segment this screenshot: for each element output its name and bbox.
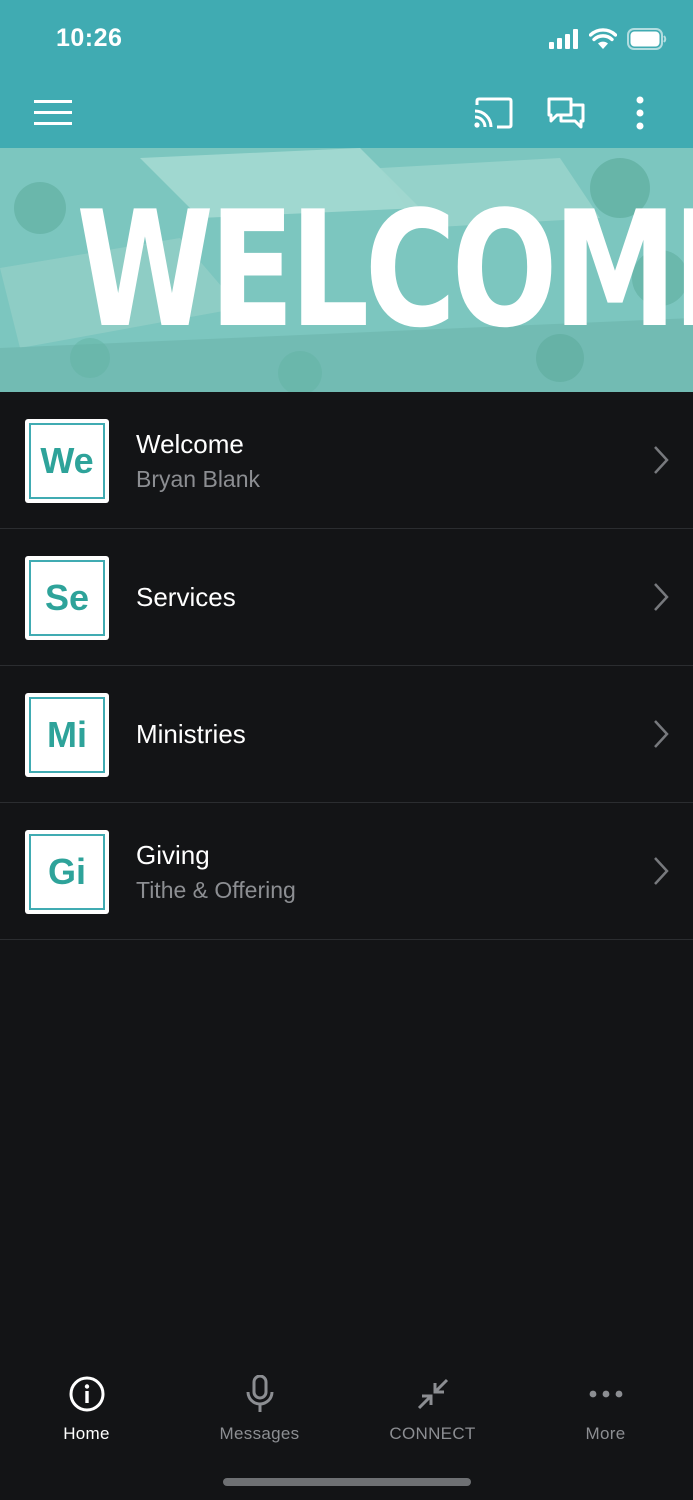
status-time: 10:26 (56, 24, 123, 52)
item-abbreviation: Mi (29, 697, 105, 773)
more-horiz-icon (589, 1390, 622, 1398)
tab-messages[interactable]: Messages (173, 1374, 346, 1454)
chat-icon (547, 97, 585, 129)
tab-label: Home (63, 1424, 110, 1443)
menu-list: We Welcome Bryan Blank Se Services Mi Mi… (0, 392, 693, 940)
item-title: Services (136, 582, 236, 612)
list-item-giving[interactable]: Gi Giving Tithe & Offering (0, 803, 693, 940)
welcome-banner: WELCOME (0, 148, 693, 392)
item-abbreviation: Se (29, 560, 105, 636)
item-tile: We (25, 419, 109, 503)
status-bar: 10:26 (0, 0, 693, 78)
item-title: Welcome (136, 428, 244, 459)
chevron-right-icon (654, 857, 669, 885)
tab-label: Messages (219, 1424, 300, 1443)
chevron-right-icon (654, 583, 669, 611)
info-icon (69, 1376, 104, 1412)
list-item-ministries[interactable]: Mi Ministries (0, 666, 693, 803)
chat-button[interactable] (537, 78, 595, 148)
item-tile: Mi (25, 693, 109, 777)
chevron-right-icon (654, 446, 669, 474)
banner-title: WELCOME (76, 176, 693, 363)
battery-icon (627, 28, 667, 50)
microphone-icon (246, 1375, 273, 1412)
tab-home[interactable]: Home (0, 1374, 173, 1454)
tab-connect[interactable]: CONNECT (346, 1374, 519, 1454)
menu-button[interactable] (20, 78, 86, 148)
tab-more[interactable]: More (519, 1374, 692, 1454)
cellular-signal-icon (549, 29, 578, 49)
status-icons (549, 26, 667, 52)
arrows-inward-icon (417, 1378, 448, 1410)
tab-label: CONNECT (389, 1424, 476, 1443)
item-title: Ministries (136, 719, 246, 749)
item-abbreviation: Gi (29, 834, 105, 910)
wifi-icon (589, 28, 617, 49)
item-tile: Gi (25, 830, 109, 914)
tab-label: More (585, 1424, 626, 1443)
item-subtitle: Tithe & Offering (136, 876, 296, 903)
more-vert-icon (636, 96, 644, 130)
hamburger-icon (34, 100, 72, 125)
item-title: Giving (136, 839, 210, 870)
overflow-menu-button[interactable] (614, 78, 666, 148)
cast-icon (474, 97, 513, 129)
list-item-welcome[interactable]: We Welcome Bryan Blank (0, 392, 693, 529)
list-item-services[interactable]: Se Services (0, 529, 693, 666)
cast-button[interactable] (464, 78, 522, 148)
chevron-right-icon (654, 720, 669, 748)
app-bar (0, 78, 693, 148)
item-abbreviation: We (29, 423, 105, 499)
item-subtitle: Bryan Blank (136, 465, 261, 492)
item-tile: Se (25, 556, 109, 640)
home-indicator[interactable] (223, 1478, 471, 1486)
